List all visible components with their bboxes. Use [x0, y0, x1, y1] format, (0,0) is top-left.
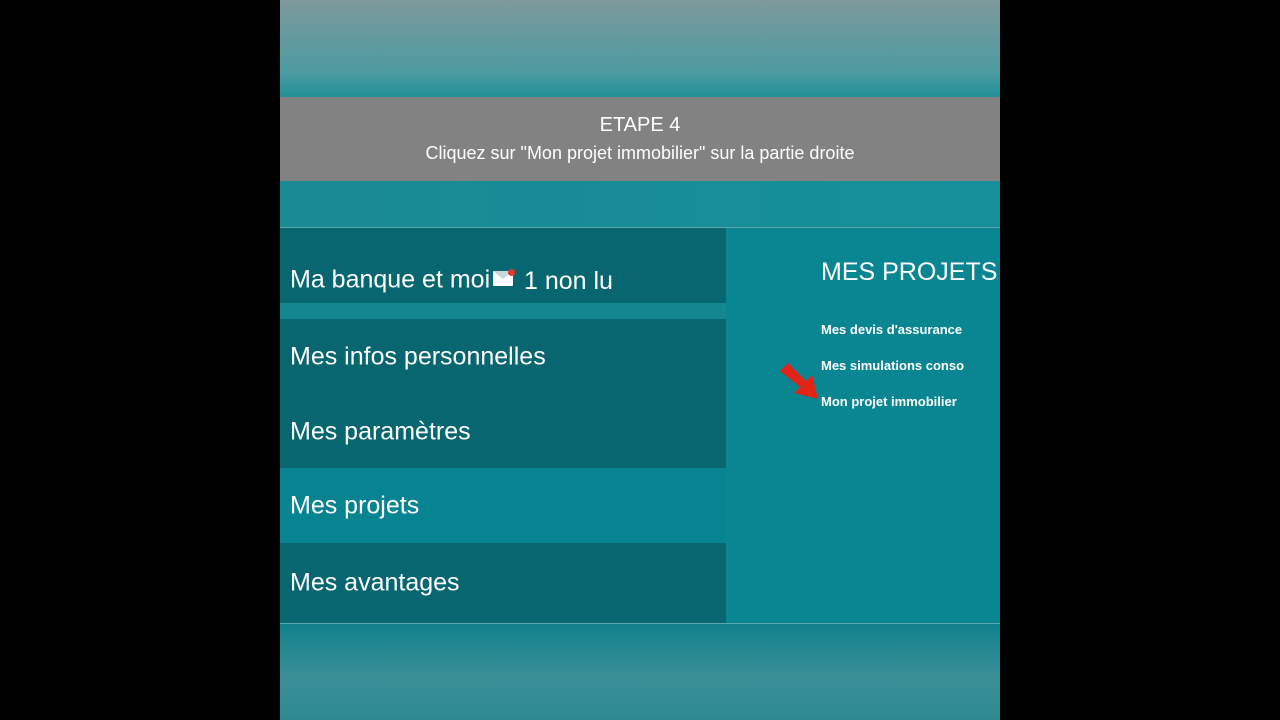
instruction-banner: ETAPE 4 Cliquez sur "Mon projet immobili…	[280, 97, 1000, 181]
link-simulations-conso[interactable]: Mes simulations conso	[821, 358, 964, 373]
menu-item-parametres[interactable]: Mes paramètres	[280, 394, 726, 469]
menu-item-projets[interactable]: Mes projets	[280, 468, 726, 543]
projects-submenu: MES PROJETS Mes devis d'assurance Mes si…	[726, 228, 1000, 623]
video-frame: ETAPE 4 Cliquez sur "Mon projet immobili…	[280, 0, 1000, 720]
menu-item-infos-personnelles[interactable]: Mes infos personnelles	[280, 319, 726, 394]
submenu-title: MES PROJETS	[821, 258, 998, 286]
unread-count[interactable]: 1 non lu	[524, 267, 613, 296]
header-strip	[280, 181, 1000, 226]
menu-item-label: Mes avantages	[290, 568, 460, 597]
account-menu: Ma banque et moi 1 non lu Mes infos pers…	[280, 228, 726, 623]
menu-item-label: Mes projets	[290, 491, 420, 519]
account-menu-panel: Ma banque et moi 1 non lu Mes infos pers…	[280, 227, 1000, 624]
menu-item-avantages[interactable]: Mes avantages	[280, 543, 726, 623]
menu-item-label: Mes infos personnelles	[290, 342, 546, 370]
notification-dot-icon	[508, 269, 515, 276]
red-arrow-icon	[780, 363, 818, 399]
menu-item-label: Mes paramètres	[290, 417, 471, 445]
menu-item-ma-banque[interactable]: Ma banque et moi 1 non lu	[280, 228, 726, 303]
menu-item-label: Ma banque et moi	[290, 265, 491, 294]
step-instruction: Cliquez sur "Mon projet immobilier" sur …	[425, 143, 855, 163]
link-projet-immobilier[interactable]: Mon projet immobilier	[821, 394, 957, 409]
link-devis-assurance[interactable]: Mes devis d'assurance	[821, 322, 962, 337]
step-title: ETAPE 4	[599, 114, 681, 136]
